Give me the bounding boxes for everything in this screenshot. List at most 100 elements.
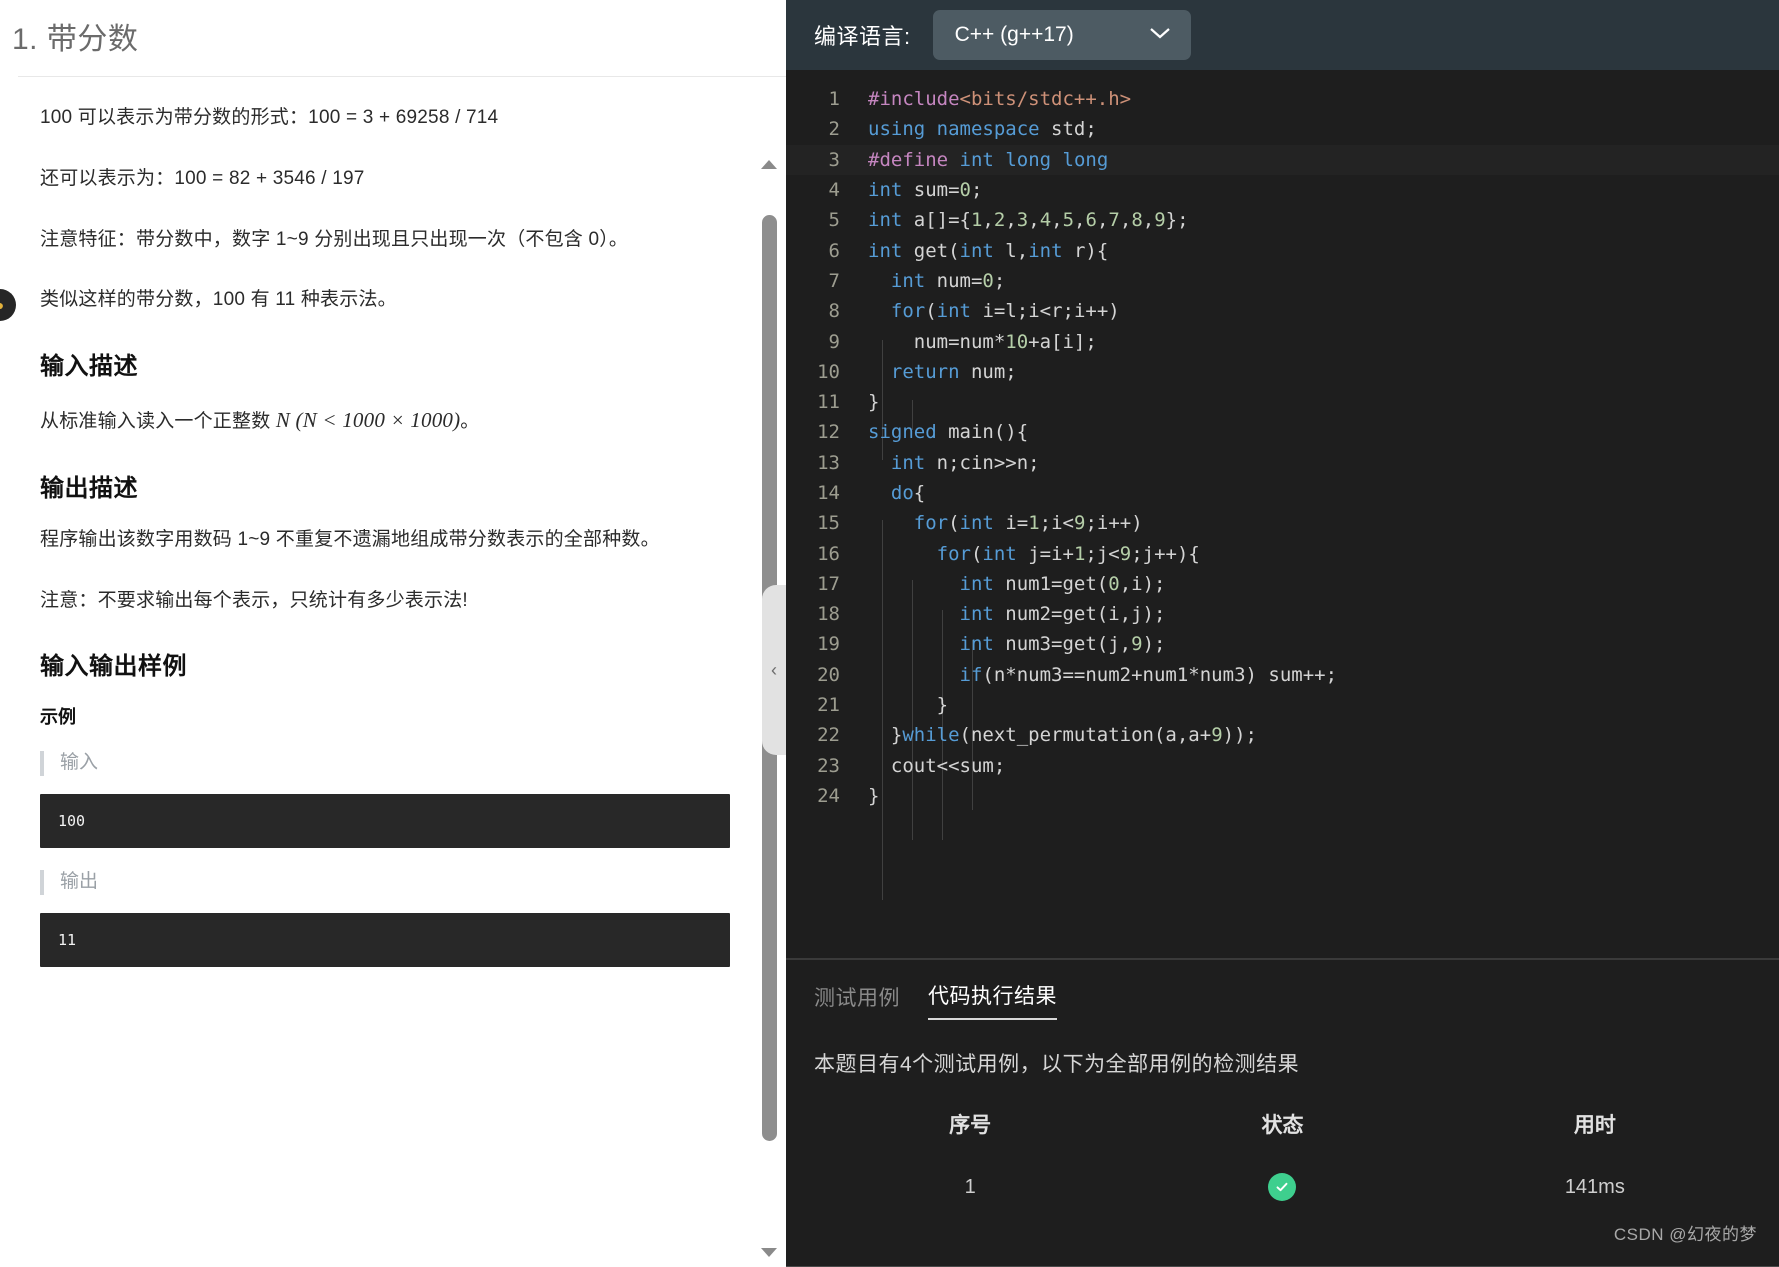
code-line[interactable]: 15 for(int i=1;i<9;i++) xyxy=(786,508,1779,538)
editor-toolbar: 编译语言: C++ (g++17) xyxy=(786,0,1779,70)
app-root: 1. 带分数 ● 100 可以表示为带分数的形式：100 = 3 + 69258… xyxy=(0,0,1779,1267)
code-line-text: int a[]={1,2,3,4,5,6,7,8,9}; xyxy=(868,209,1189,232)
line-number: 13 xyxy=(817,451,840,474)
code-line[interactable]: 11} xyxy=(786,387,1779,417)
input-desc-math: N (N < 1000 × 1000) xyxy=(275,408,461,433)
line-number: 15 xyxy=(817,512,840,535)
sample-subtitle: 示例 xyxy=(40,707,76,728)
cell-status xyxy=(1126,1163,1438,1211)
cell-index: 1 xyxy=(964,1175,976,1198)
code-line[interactable]: 13 int n;cin>>n; xyxy=(786,448,1779,478)
code-line-text: do{ xyxy=(890,482,926,504)
line-number: 6 xyxy=(828,239,840,262)
output-note: 注意：不要求输出每个表示，只统计有多少表示法! xyxy=(40,589,468,611)
line-number: 16 xyxy=(817,542,840,565)
language-select-value: C++ (g++17) xyxy=(954,23,1074,46)
tab-execution-result[interactable]: 代码执行结果 xyxy=(928,980,1057,1020)
input-desc-suffix: 。 xyxy=(460,411,480,433)
code-line[interactable]: 18 int num2=get(i,j); xyxy=(786,599,1779,629)
code-line[interactable]: 1 #include<bits/stdc++.h> xyxy=(786,84,1779,114)
line-number: 5 xyxy=(828,209,840,232)
column-header-status: 状态 xyxy=(1261,1114,1304,1137)
code-line[interactable]: 22 }while(next_permutation(a,a+9)); xyxy=(786,720,1779,750)
language-select[interactable]: C++ (g++17) xyxy=(932,10,1191,60)
line-number: 8 xyxy=(828,300,840,323)
sample-input-value: 100 xyxy=(40,794,730,849)
problem-pane: 1. 带分数 ● 100 可以表示为带分数的形式：100 = 3 + 69258… xyxy=(0,0,786,1267)
code-line-text: int num=0; xyxy=(890,269,1006,292)
code-line[interactable]: 8 for(int i=l;i<r;i++) xyxy=(786,296,1779,326)
code-line-text: int sum=0; xyxy=(868,179,983,202)
code-line-text: #define int long long xyxy=(868,148,1109,171)
code-line-text: for(int i=1;i<9;i++) xyxy=(913,512,1143,535)
code-line-text: int n;cin>>n; xyxy=(890,451,1040,474)
input-description: 从标准输入读入一个正整数 N (N < 1000 × 1000)。 xyxy=(40,403,726,438)
code-line[interactable]: 20 if(n*num3==num2+num1*num3) sum++; xyxy=(786,660,1779,690)
code-line-text: num=num*10+a[i]; xyxy=(868,330,1097,353)
cell-time: 141ms xyxy=(1564,1175,1625,1198)
code-line[interactable]: 21 } xyxy=(786,690,1779,720)
code-line[interactable]: 6 int get(int l,int r){ xyxy=(786,235,1779,265)
code-line[interactable]: 19 int num3=get(j,9); xyxy=(786,629,1779,659)
scroll-up-arrow[interactable] xyxy=(761,157,777,171)
collapse-panel-handle[interactable]: ‹ xyxy=(762,585,786,755)
watermark: CSDN @幻夜的梦 xyxy=(1613,1225,1757,1244)
problem-paragraph-2: 还可以表示为：100 = 82 + 3546 / 197 xyxy=(40,167,365,189)
problem-scroll-region[interactable]: ● 100 可以表示为带分数的形式：100 = 3 + 69258 / 714 … xyxy=(0,77,786,1267)
results-table: 序号 状态 用时 1 141ms xyxy=(814,1108,1751,1211)
code-line-text: int num2=get(i,j); xyxy=(959,603,1166,626)
problem-paragraph-3: 注意特征：带分数中，数字 1~9 分别出现且只出现一次（不包含 0）。 xyxy=(40,228,629,250)
code-line[interactable]: 23 cout<<sum; xyxy=(786,751,1779,781)
code-line[interactable]: 2 using namespace std; xyxy=(786,114,1779,144)
code-line[interactable]: 12 signed main(){ xyxy=(786,417,1779,447)
sample-output-value: 11 xyxy=(40,912,730,967)
scroll-down-arrow[interactable] xyxy=(761,1245,777,1259)
page-title: 1. 带分数 xyxy=(12,23,139,56)
code-line-text: } xyxy=(868,694,949,717)
line-number: 3 xyxy=(828,148,840,171)
sample-section-title: 输入输出样例 xyxy=(40,653,187,681)
problem-paragraph-4: 类似这样的带分数，100 有 11 种表示法。 xyxy=(40,289,397,311)
line-number: 20 xyxy=(817,663,840,686)
code-line[interactable]: 16 for(int j=i+1;j<9;j++){ xyxy=(786,538,1779,568)
line-number: 23 xyxy=(817,754,840,777)
code-line[interactable]: 24} xyxy=(786,781,1779,811)
line-number: 17 xyxy=(817,572,840,595)
check-circle-icon xyxy=(1268,1173,1297,1201)
code-line[interactable]: 9 num=num*10+a[i]; xyxy=(786,326,1779,356)
code-line[interactable]: 14 do{ xyxy=(786,478,1779,508)
code-line-text: signed main(){ xyxy=(868,421,1029,444)
output-section-title: 输出描述 xyxy=(40,474,138,502)
code-line-text: cout<<sum; xyxy=(868,754,1006,777)
code-editor[interactable]: 1 #include<bits/stdc++.h> 2 using namespace… xyxy=(786,70,1779,958)
code-line[interactable]: 7 int num=0; xyxy=(786,266,1779,296)
problem-content: 100 可以表示为带分数的形式：100 = 3 + 69258 / 714 还可… xyxy=(0,77,786,1267)
code-line-text: int num1=get(0,i); xyxy=(959,572,1166,595)
results-tabs: 测试用例 代码执行结果 xyxy=(814,980,1751,1020)
code-line-text: for(int j=i+1;j<9;j++){ xyxy=(936,542,1200,565)
code-line-text: int num3=get(j,9); xyxy=(959,633,1166,656)
line-number: 19 xyxy=(817,633,840,656)
sample-output-label: 输出 xyxy=(40,870,726,895)
editor-pane: 编译语言: C++ (g++17) 1 #include<bits/stdc++.… xyxy=(786,0,1779,1267)
results-description: 本题目有4个测试用例，以下为全部用例的检测结果 xyxy=(814,1053,1300,1076)
table-header-row: 序号 状态 用时 xyxy=(814,1108,1751,1163)
code-line[interactable]: 17 int num1=get(0,i); xyxy=(786,569,1779,599)
column-header-time: 用时 xyxy=(1573,1114,1616,1137)
tab-test-cases[interactable]: 测试用例 xyxy=(814,982,900,1020)
line-number: 2 xyxy=(828,118,840,141)
code-line-text: } xyxy=(868,391,880,414)
code-line-text: int get(int l,int r){ xyxy=(868,239,1109,262)
chevron-down-icon xyxy=(1149,25,1171,45)
code-line[interactable]: 3 #define int long long xyxy=(786,144,1779,175)
input-section-title: 输入描述 xyxy=(40,353,138,381)
line-number: 14 xyxy=(817,482,840,504)
line-number: 18 xyxy=(817,603,840,626)
line-number: 7 xyxy=(828,269,840,292)
code-line[interactable]: 5 int a[]={1,2,3,4,5,6,7,8,9}; xyxy=(786,205,1779,235)
sample-input-label: 输入 xyxy=(40,751,726,777)
code-line[interactable]: 4 int sum=0; xyxy=(786,175,1779,205)
code-line[interactable]: 10 return num; xyxy=(786,357,1779,387)
code-line-text: } xyxy=(868,784,880,807)
code-lines: 1 #include<bits/stdc++.h> 2 using namespace… xyxy=(786,84,1779,811)
